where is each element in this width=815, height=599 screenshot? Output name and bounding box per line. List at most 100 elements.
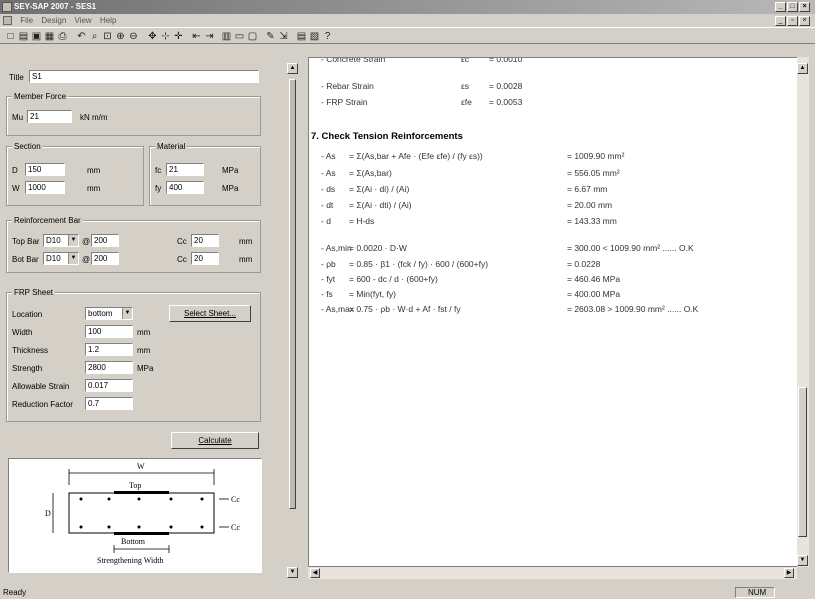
menu-file[interactable]: File [20, 16, 33, 25]
zoom-in-icon[interactable]: ⊕ [114, 30, 127, 43]
fy-input[interactable]: 400 [166, 181, 204, 194]
scroll-thumb[interactable] [289, 79, 296, 509]
diagram-bottom-label: Bottom [121, 537, 146, 546]
doc-close-button[interactable]: × [799, 16, 810, 26]
left-pane-scrollbar[interactable]: ▲ ▼ [287, 55, 299, 580]
bot-at-label: @ [82, 255, 91, 264]
scroll-down-button[interactable]: ▼ [797, 555, 808, 566]
title-bar: SEY-SAP 2007 - SES1 _ □ × [0, 0, 815, 14]
close-button[interactable]: × [799, 2, 810, 12]
zoom-icon[interactable]: ⌕ [88, 30, 101, 43]
title-input[interactable]: S1 [29, 70, 259, 83]
select-icon[interactable]: ⊹ [159, 30, 172, 43]
pan-icon[interactable]: ✥ [146, 30, 159, 43]
top-cc-input[interactable]: 20 [191, 234, 219, 247]
calc-symbol: - fs [321, 289, 333, 299]
fc-input[interactable]: 21 [166, 163, 204, 176]
d-label: D [12, 166, 18, 175]
open-icon[interactable]: ▤ [17, 30, 30, 43]
diagram-top-label: Top [129, 481, 142, 490]
minimize-button[interactable]: _ [775, 2, 786, 12]
align-right-icon[interactable]: ⇥ [203, 30, 216, 43]
save-icon[interactable]: ▣ [30, 30, 43, 43]
width-input[interactable]: 100 [85, 325, 133, 338]
chevron-down-icon: ▼ [68, 235, 78, 246]
menu-help[interactable]: Help [100, 16, 116, 25]
report-output: - Concrete Strain εc = 0.0010 - Rebar St… [308, 57, 798, 567]
report-vscrollbar[interactable]: ▲ ▼ [797, 57, 809, 567]
grid-icon[interactable]: ▥ [220, 30, 233, 43]
top-spacing-input[interactable]: 200 [91, 234, 119, 247]
scroll-right-button[interactable]: ▶ [784, 568, 794, 578]
width-label: Width [12, 328, 33, 337]
section-diagram: W Top D Cc Cc Bottom Strengthening Width [8, 458, 262, 573]
calc-value: = 6.67 mm [567, 184, 608, 194]
edit-icon[interactable]: ✎ [264, 30, 277, 43]
zoom-out-icon[interactable]: ⊖ [127, 30, 140, 43]
w-input[interactable]: 1000 [25, 181, 65, 194]
calc-symbol: - As,min [321, 243, 352, 253]
menu-design[interactable]: Design [41, 16, 66, 25]
calc-formula: = Σ(Ai · dti) / (Ai) [349, 200, 412, 210]
top-cc-label: Cc [177, 237, 187, 246]
allowable-strain-label: Allowable Strain [12, 382, 70, 391]
help-icon[interactable]: ? [321, 30, 334, 43]
top-bar-select[interactable]: D10 ▼ [43, 234, 79, 247]
diagram-w-label: W [137, 462, 145, 471]
calc-formula: = Min(fyt, fy) [349, 289, 396, 299]
print-icon[interactable]: ⎙ [56, 30, 69, 43]
status-bar: Ready NUM [0, 586, 815, 599]
calc-formula: = 0.75 · ρb · W·d + Af · fst / fy [349, 304, 461, 314]
scroll-thumb[interactable] [798, 387, 807, 537]
align-left-icon[interactable]: ⇤ [190, 30, 203, 43]
bot-bar-value: D10 [46, 254, 61, 263]
bot-cc-input[interactable]: 20 [191, 252, 219, 265]
scroll-left-button[interactable]: ◀ [310, 568, 320, 578]
layout-icon[interactable]: ▭ [233, 30, 246, 43]
menu-view[interactable]: View [75, 16, 92, 25]
d-input[interactable]: 150 [25, 163, 65, 176]
doc-restore-button[interactable]: ▫ [787, 16, 798, 26]
export-icon[interactable]: ⇲ [277, 30, 290, 43]
report-hscrollbar[interactable]: ◀ ▶ [308, 567, 797, 579]
calc-formula: = H-ds [349, 216, 375, 226]
doc-minimize-button[interactable]: _ [775, 16, 786, 26]
mu-input[interactable]: 21 [27, 110, 72, 123]
location-select[interactable]: bottom ▼ [85, 307, 133, 320]
mu-unit: kN m/m [80, 113, 108, 122]
top-unit: mm [239, 237, 253, 246]
strength-input[interactable]: 2800 [85, 361, 133, 374]
report-icon[interactable]: ▧ [308, 30, 321, 43]
location-label: Location [12, 310, 43, 319]
bot-bar-select[interactable]: D10 ▼ [43, 252, 79, 265]
rebar-title: Reinforcement Bar [12, 215, 83, 226]
reduction-factor-input[interactable]: 0.7 [85, 397, 133, 410]
maximize-button[interactable]: □ [787, 2, 798, 12]
scroll-up-button[interactable]: ▲ [287, 63, 298, 74]
top-bar-label: Top Bar [12, 237, 40, 246]
allowable-strain-input[interactable]: 0.017 [85, 379, 133, 392]
calc-icon[interactable]: ▤ [295, 30, 308, 43]
fit-icon[interactable]: ⊡ [101, 30, 114, 43]
section-title: Section [12, 141, 43, 152]
window-icon[interactable]: ▢ [246, 30, 259, 43]
bot-spacing-input[interactable]: 200 [91, 252, 119, 265]
member-force-group: Member Force Mu 21 kN m/m [6, 91, 261, 136]
undo-icon[interactable]: ↶ [75, 30, 88, 43]
thickness-input[interactable]: 1.2 [85, 343, 133, 356]
menu-bar: File Design View Help _ ▫ × [0, 14, 815, 27]
scroll-up-button[interactable]: ▲ [797, 63, 808, 74]
add-icon[interactable]: ✛ [172, 30, 185, 43]
calc-formula: = 0.85 · β1 · (fck / fy) · 600 / (600+fy… [349, 259, 489, 269]
section-heading: 7. Check Tension Reinforcements [311, 131, 463, 142]
strength-label: Strength [12, 364, 43, 373]
print-preview-icon[interactable]: ▦ [43, 30, 56, 43]
material-title: Material [155, 141, 188, 152]
select-sheet-button[interactable]: Select Sheet... [169, 305, 251, 322]
reduction-factor-label: Reduction Factor [12, 400, 73, 409]
toolbar: □ ▤ ▣ ▦ ⎙ ↶ ⌕ ⊡ ⊕ ⊖ ✥ ⊹ ✛ ⇤ ⇥ ▥ ▭ ▢ ✎ ⇲ ▤ ▧? [0, 27, 815, 44]
scroll-down-button[interactable]: ▼ [287, 567, 298, 578]
new-icon[interactable]: □ [4, 30, 17, 43]
calculate-button[interactable]: Calculate [171, 432, 259, 449]
calc-symbol: - ds [321, 184, 336, 194]
